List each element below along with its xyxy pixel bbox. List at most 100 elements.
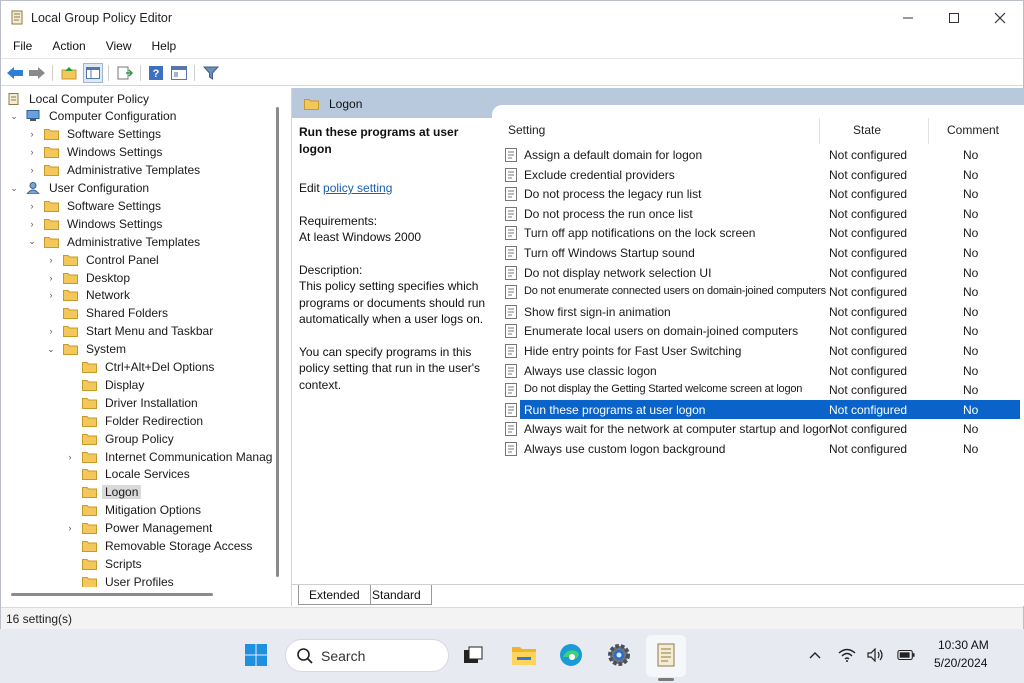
clock-date[interactable]: 5/20/2024: [934, 656, 987, 670]
setting-row[interactable]: Always wait for the network at computer …: [500, 419, 1020, 438]
setting-row[interactable]: Hide entry points for Fast User Switchin…: [500, 341, 1020, 360]
tree-node[interactable]: › Control Panel: [45, 251, 162, 268]
expand-chevron-icon[interactable]: ›: [26, 201, 38, 211]
show-hide-tree-button[interactable]: [83, 63, 103, 83]
tree-node[interactable]: Folder Redirection: [64, 412, 206, 429]
tree-node[interactable]: › Desktop: [45, 269, 133, 286]
setting-row[interactable]: Always use classic logon Not configured No: [500, 361, 1020, 380]
file-explorer-button[interactable]: [509, 640, 539, 670]
tab-extended[interactable]: Extended: [298, 585, 371, 605]
setting-row[interactable]: Do not enumerate connected users on doma…: [500, 282, 1020, 301]
tree-node[interactable]: Group Policy: [64, 430, 177, 447]
tab-standard[interactable]: Standard: [362, 585, 432, 605]
volume-button[interactable]: [867, 646, 885, 664]
expand-chevron-icon[interactable]: ›: [45, 290, 57, 300]
expand-chevron-icon[interactable]: ›: [64, 523, 76, 533]
tree-node[interactable]: Shared Folders: [45, 305, 171, 322]
collapse-chevron-icon[interactable]: ⌄: [8, 183, 20, 194]
collapse-chevron-icon[interactable]: ⌄: [26, 236, 38, 247]
tree-node[interactable]: Driver Installation: [64, 394, 201, 411]
setting-row[interactable]: Always use custom logon background Not co…: [500, 439, 1020, 458]
tree-node[interactable]: ⌄ System: [45, 341, 129, 358]
menu-action[interactable]: Action: [40, 36, 93, 56]
help-button[interactable]: ?: [146, 63, 166, 83]
expand-chevron-icon[interactable]: ›: [26, 165, 38, 175]
battery-button[interactable]: [897, 646, 915, 664]
expand-chevron-icon[interactable]: ›: [45, 273, 57, 283]
expand-chevron-icon[interactable]: ›: [26, 129, 38, 139]
tree-node[interactable]: ⌄ User Configuration: [8, 180, 152, 197]
back-button[interactable]: [5, 63, 25, 83]
tree-node[interactable]: › Internet Communication Manag: [64, 448, 275, 465]
export-list-button[interactable]: [115, 63, 135, 83]
setting-row[interactable]: Turn off app notifications on the lock s…: [500, 223, 1020, 242]
expand-chevron-icon[interactable]: ›: [45, 326, 57, 336]
tree-node[interactable]: Display: [64, 376, 147, 393]
menu-help[interactable]: Help: [140, 36, 185, 56]
tree-node[interactable]: Local Computer Policy: [6, 90, 152, 107]
minimize-button[interactable]: [885, 1, 931, 34]
taskbar-search[interactable]: Search: [285, 639, 449, 672]
menu-view[interactable]: View: [94, 36, 140, 56]
tree-node[interactable]: Locale Services: [64, 466, 193, 483]
expand-chevron-icon[interactable]: ›: [45, 255, 57, 265]
collapse-chevron-icon[interactable]: ⌄: [8, 111, 20, 122]
tree-node[interactable]: › Network: [45, 287, 133, 304]
tree-node[interactable]: ⌄ Computer Configuration: [8, 108, 179, 125]
settings-button[interactable]: [604, 640, 634, 670]
expand-chevron-icon[interactable]: ›: [64, 452, 76, 462]
maximize-button[interactable]: [931, 1, 977, 34]
filter-button[interactable]: [201, 63, 221, 83]
policy-setting-link[interactable]: policy setting: [323, 181, 392, 195]
expand-chevron-icon[interactable]: ›: [26, 219, 38, 229]
setting-name: Enumerate local users on domain-joined c…: [524, 324, 799, 339]
show-hide-tree-icon: [86, 67, 100, 79]
tree-node[interactable]: User Profiles: [64, 573, 177, 587]
edge-button[interactable]: [556, 640, 586, 670]
tree-vertical-scrollbar[interactable]: [276, 107, 279, 577]
column-divider[interactable]: [819, 118, 820, 144]
setting-row[interactable]: Do not display network selection UI Not c…: [500, 263, 1020, 282]
tree-horizontal-scrollbar[interactable]: [11, 593, 213, 596]
expand-chevron-icon[interactable]: ›: [26, 147, 38, 157]
setting-row[interactable]: Do not process the legacy run list Not co…: [500, 184, 1020, 203]
column-header-setting[interactable]: Setting: [508, 123, 545, 137]
setting-row[interactable]: Do not display the Getting Started welco…: [500, 380, 1020, 399]
network-button[interactable]: [838, 646, 856, 664]
tree-node[interactable]: Ctrl+Alt+Del Options: [64, 359, 217, 376]
tree-node[interactable]: Scripts: [64, 555, 145, 572]
tree-node[interactable]: Logon: [64, 484, 142, 501]
column-header-comment[interactable]: Comment: [947, 123, 999, 137]
menu-file[interactable]: File: [1, 36, 40, 56]
group-policy-taskbar-button[interactable]: [651, 640, 681, 670]
setting-row[interactable]: Do not process the run once list Not conf…: [500, 204, 1020, 223]
close-button[interactable]: [977, 1, 1023, 34]
policy-setting-icon: [505, 167, 517, 182]
tree-node[interactable]: › Windows Settings: [26, 144, 165, 161]
setting-row[interactable]: Turn off Windows Startup sound Not config…: [500, 243, 1020, 262]
collapse-chevron-icon[interactable]: ⌄: [45, 344, 57, 355]
tree-node[interactable]: › Administrative Templates: [26, 162, 203, 179]
task-view-button[interactable]: [458, 640, 488, 670]
tree-node[interactable]: › Windows Settings: [26, 215, 165, 232]
tree-node[interactable]: Removable Storage Access: [64, 538, 255, 555]
setting-row[interactable]: Show first sign-in animation Not configur…: [500, 302, 1020, 321]
start-button[interactable]: [241, 640, 271, 670]
setting-row[interactable]: Exclude credential providers Not configur…: [500, 165, 1020, 184]
clock-time[interactable]: 10:30 AM: [938, 638, 989, 652]
tree-node[interactable]: › Software Settings: [26, 197, 164, 214]
tree-node[interactable]: ⌄ Administrative Templates: [26, 233, 203, 250]
tree-node[interactable]: › Power Management: [64, 520, 215, 537]
column-header-state[interactable]: State: [853, 123, 881, 137]
tree-node[interactable]: Mitigation Options: [64, 502, 204, 519]
column-divider[interactable]: [928, 118, 929, 144]
show-hidden-icons-button[interactable]: [806, 646, 824, 664]
tree-node[interactable]: › Software Settings: [26, 126, 164, 143]
tree-node[interactable]: › Start Menu and Taskbar: [45, 323, 216, 340]
setting-row[interactable]: Run these programs at user logon Not conf…: [500, 399, 1020, 419]
setting-row[interactable]: Enumerate local users on domain-joined c…: [500, 321, 1020, 340]
up-one-level-button[interactable]: [59, 63, 79, 83]
forward-button[interactable]: [27, 63, 47, 83]
setting-row[interactable]: Assign a default domain for logon Not con…: [500, 145, 1020, 164]
properties-button[interactable]: [169, 63, 189, 83]
